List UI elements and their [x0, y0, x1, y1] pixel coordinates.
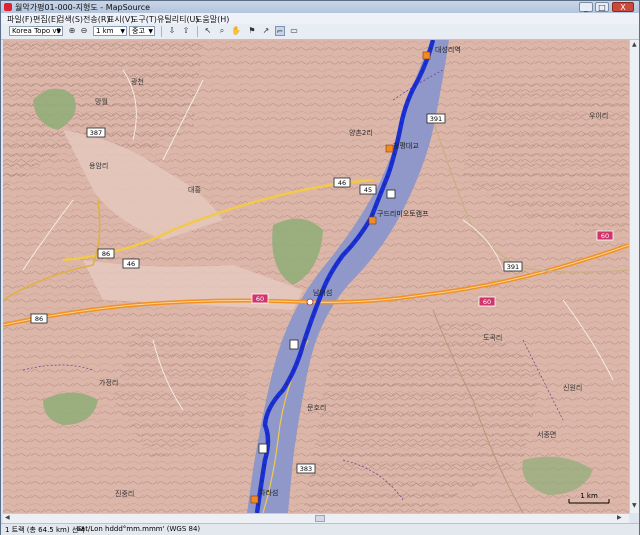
waypoint-tool-icon[interactable]: ⚑	[247, 26, 257, 36]
close-button[interactable]: X	[612, 2, 634, 12]
horizontal-scrollbar[interactable]: ◀ ▶	[3, 513, 629, 523]
poi-label: 구드리미오토캠프	[377, 209, 429, 218]
scroll-left-icon[interactable]: ◀	[5, 514, 10, 522]
track-tool-icon[interactable]: ⌐	[275, 26, 285, 36]
map-view[interactable]: 60 60 60 86 86 45 46 46 387 391 383 391 …	[3, 40, 629, 513]
scale-label: 1 km	[580, 492, 598, 500]
coordinate-format: Lat/Lon hddd°mm.mmm' (WGS 84)	[77, 525, 201, 533]
zoom-in-icon[interactable]: ⊕	[67, 26, 77, 36]
shield-label: 383	[300, 465, 312, 473]
place-label: 용암리	[89, 161, 108, 170]
place-label: 우이리	[589, 111, 608, 120]
highway-shield: 60	[596, 230, 614, 241]
horizontal-scroll-thumb[interactable]	[315, 515, 325, 522]
place-label: 서종면	[537, 430, 556, 439]
toolbar-separator	[161, 26, 162, 37]
title-bar: 월악가평01-000-지형도 - MapSource _ □ X	[1, 1, 639, 13]
send-device-icon[interactable]: ⇧	[181, 26, 191, 36]
shield-label: 86	[102, 250, 110, 258]
poi-label: 자라섬	[259, 488, 278, 497]
highway-shield: 86	[97, 248, 115, 259]
highway-shield: 60	[478, 296, 496, 307]
maximize-button[interactable]: □	[595, 2, 609, 12]
place-label: 망월	[95, 97, 108, 106]
product-select[interactable]: Korea Topo v9 ▼	[9, 26, 63, 36]
scroll-right-icon[interactable]: ▶	[617, 514, 622, 522]
shield-label: 60	[483, 298, 491, 306]
highway-shield: 391	[426, 113, 446, 124]
shield-label: 46	[338, 179, 346, 187]
detail-select-value: 중고	[132, 27, 145, 35]
highway-shield: 46	[122, 258, 140, 269]
place-label: 도곡리	[483, 333, 502, 342]
toolbar-separator	[197, 26, 198, 37]
route-tool-icon[interactable]: ↗	[261, 26, 271, 36]
selection-tool-icon[interactable]: ↖	[203, 26, 213, 36]
window-title: 월악가평01-000-지형도 - MapSource	[15, 3, 151, 12]
poi-label: 남이섬	[313, 288, 332, 297]
minimize-button[interactable]: _	[579, 2, 593, 12]
chevron-down-icon: ▼	[56, 28, 61, 35]
shield-label: 45	[364, 186, 372, 194]
highway-shield: 387	[86, 127, 106, 138]
menu-bar: 파일(F) 편집(E) 검색(S) 전송(R) 표시(V) 도구(T) 유틸리티…	[1, 13, 639, 24]
shield-label: 60	[601, 232, 609, 240]
highway-shield: 45	[359, 184, 377, 195]
shield-label: 387	[90, 129, 102, 137]
mapsource-window: 월악가평01-000-지형도 - MapSource _ □ X 파일(F) 편…	[0, 0, 640, 535]
highway-shield: 60	[251, 293, 269, 304]
zoom-tool-icon[interactable]: ⌕	[217, 26, 227, 36]
shield-label: 86	[35, 315, 43, 323]
place-label: 광천	[131, 77, 144, 86]
place-label: 문호리	[307, 403, 326, 412]
highway-shield: 86	[30, 313, 48, 324]
place-label: 가정리	[99, 378, 118, 387]
zoom-select[interactable]: 1 km ▼	[93, 26, 127, 36]
receive-device-icon[interactable]: ⇩	[167, 26, 177, 36]
product-select-value: Korea Topo v9	[12, 27, 61, 35]
poi-label: 대성리역	[435, 45, 461, 54]
shield-label: 60	[256, 295, 264, 303]
zoom-out-icon[interactable]: ⊖	[79, 26, 89, 36]
highway-shield: 391	[503, 261, 523, 272]
distance-tool-icon[interactable]: ▭	[289, 26, 299, 36]
shield-label: 391	[430, 115, 442, 123]
place-label: 진중리	[115, 489, 134, 498]
place-label: 양촌2리	[349, 128, 373, 137]
detail-select[interactable]: 중고 ▼	[129, 26, 155, 36]
shield-label: 391	[507, 263, 519, 271]
toolbar: Korea Topo v9 ▼ ⊕ ⊖ 1 km ▼ 중고 ▼ ⇩ ⇧ ↖ ⌕ ✋ ⚑…	[1, 24, 639, 40]
highway-shield: 383	[296, 463, 316, 474]
topographic-map[interactable]: 60 60 60 86 86 45 46 46 387 391 383 391 …	[3, 40, 629, 513]
app-icon	[4, 3, 12, 11]
hand-tool-icon[interactable]: ✋	[231, 26, 241, 36]
selection-status: 1 트랙 (총 64.5 km) 선택	[5, 526, 85, 534]
highway-shield: 46	[333, 177, 351, 188]
scroll-down-icon[interactable]: ▼	[632, 502, 637, 510]
place-label: 대흥	[188, 185, 201, 194]
status-bar: 1 트랙 (총 64.5 km) 선택 Lat/Lon hddd°mm.mmm'…	[1, 523, 639, 535]
place-label: 신원리	[563, 383, 582, 392]
scroll-up-icon[interactable]: ▲	[632, 41, 637, 49]
chevron-down-icon: ▼	[120, 28, 125, 35]
shield-label: 46	[127, 260, 135, 268]
zoom-select-value: 1 km	[96, 27, 114, 35]
poi-label: 청평대교	[393, 141, 419, 150]
chevron-down-icon: ▼	[148, 28, 153, 35]
vertical-scrollbar[interactable]: ▲ ▼	[629, 40, 639, 513]
